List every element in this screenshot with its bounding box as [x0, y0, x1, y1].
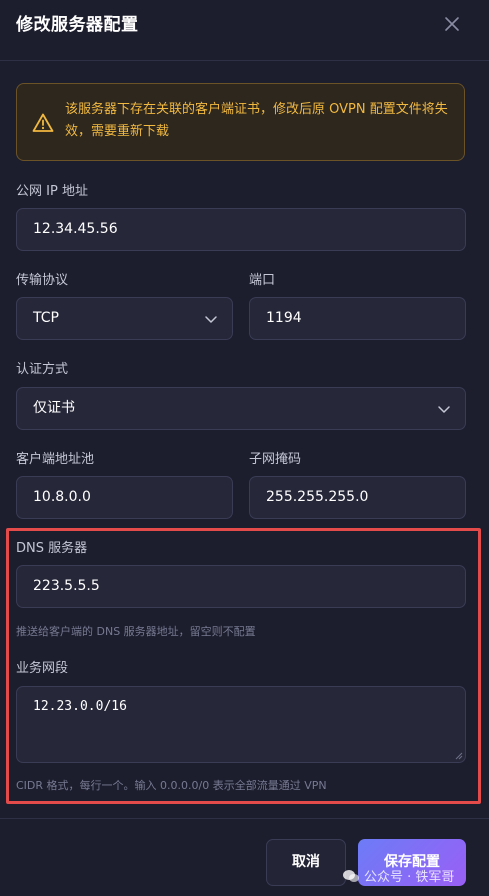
close-icon[interactable]	[441, 13, 463, 35]
header-divider	[0, 60, 489, 61]
chevron-down-icon	[438, 406, 450, 413]
port-input[interactable]: 1194	[249, 297, 466, 340]
warning-text: 该服务器下存在关联的客户端证书，修改后原 OVPN 配置文件将失效，需要重新下载	[65, 102, 448, 139]
pool-input[interactable]: 10.8.0.0	[16, 476, 233, 519]
dialog-title: 修改服务器配置	[16, 15, 139, 35]
auth-select[interactable]: 仅证书	[16, 387, 466, 430]
highlight-box	[6, 528, 481, 804]
chevron-down-icon	[205, 316, 217, 323]
cancel-button[interactable]: 取消	[266, 839, 346, 886]
protocol-value: TCP	[33, 310, 59, 326]
mask-input[interactable]: 255.255.255.0	[249, 476, 466, 519]
warning-alert: 该服务器下存在关联的客户端证书，修改后原 OVPN 配置文件将失效，需要重新下载	[16, 83, 465, 161]
protocol-label: 传输协议	[16, 273, 69, 288]
public-ip-label: 公网 IP 地址	[16, 184, 88, 199]
footer-divider	[0, 818, 489, 819]
edit-server-dialog: 修改服务器配置 该服务器下存在关联的客户端证书，修改后原 OVPN 配置文件将失…	[0, 0, 489, 896]
warning-icon	[32, 113, 54, 132]
dialog-header: 修改服务器配置	[0, 0, 489, 48]
pool-label: 客户端地址池	[16, 452, 95, 467]
auth-value: 仅证书	[33, 400, 75, 416]
protocol-select[interactable]: TCP	[16, 297, 233, 340]
mask-label: 子网掩码	[249, 452, 302, 467]
wechat-icon	[343, 870, 359, 882]
watermark: 公众号 · 铁军哥	[342, 866, 454, 885]
auth-label: 认证方式	[16, 362, 69, 377]
watermark-text: 公众号 · 铁军哥	[364, 870, 455, 885]
port-label: 端口	[249, 273, 276, 288]
public-ip-input[interactable]: 12.34.45.56	[16, 208, 466, 251]
